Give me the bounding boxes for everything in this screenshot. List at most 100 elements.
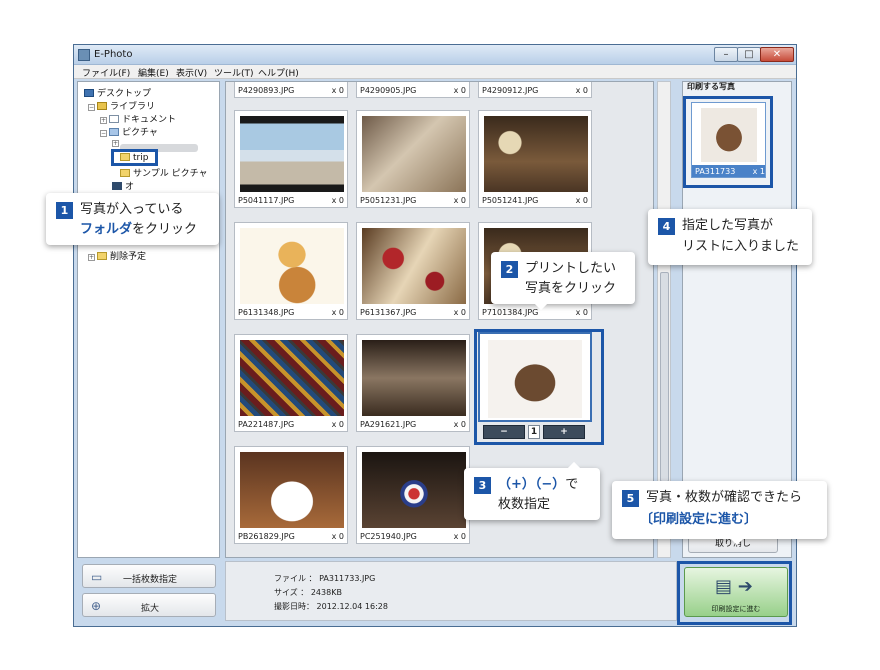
tree-item-pictures[interactable]: − ピクチャ	[100, 125, 158, 138]
expand-icon[interactable]: +	[112, 140, 119, 147]
photo-caption: PB261829.JPG x 0	[238, 532, 344, 541]
expand-icon[interactable]: +	[88, 254, 95, 261]
menu-help[interactable]: ヘルプ(H)	[258, 66, 299, 79]
callout-text: 指定した写真が	[682, 218, 774, 233]
collapse-icon[interactable]: −	[100, 130, 107, 137]
tree-item-library[interactable]: − ライブラリ	[88, 99, 155, 112]
menu-edit[interactable]: 編集(E)	[138, 66, 169, 79]
callout-5: 5 写真・枚数が確認できたら 〔印刷設定に進む〕	[612, 481, 827, 546]
callout-3: 3 （+）（−）で 枚数指定	[464, 461, 600, 520]
file-name: P4290905.JPG	[360, 86, 417, 95]
menu-tools[interactable]: ツール(T)	[214, 66, 254, 79]
collapse-icon[interactable]: −	[88, 104, 95, 111]
photo-caption: PC251940.JPG x 0	[360, 532, 466, 541]
callout-1: 1 写真が入っている フォルダをクリック	[46, 193, 219, 245]
file-name: P6131348.JPG	[238, 308, 295, 317]
tree-item-documents[interactable]: + ドキュメント	[100, 112, 176, 125]
scroll-thumb[interactable]	[660, 272, 669, 482]
callout-text: 写真・枚数が確認できたら	[646, 490, 803, 505]
photo-thumb[interactable]: P6131367.JPG x 0	[356, 222, 470, 320]
tree-item-delete[interactable]: + 削除予定	[88, 249, 146, 262]
photo	[240, 452, 344, 528]
callout-text: プリントしたい	[525, 261, 617, 276]
tree-label: デスクトップ	[97, 89, 152, 99]
folder-icon	[120, 169, 130, 177]
photo-thumb[interactable]: PA291621.JPG x 0	[356, 334, 470, 432]
photo-thumb[interactable]: PC251940.JPG x 0	[356, 446, 470, 544]
photo	[362, 340, 466, 416]
button-label: 拡大	[141, 604, 160, 614]
photo-thumb[interactable]: P4290905.JPG x 0	[356, 82, 470, 98]
highlight-print-list	[683, 96, 773, 188]
print-count: x 0	[453, 86, 466, 95]
photo-caption: P5051231.JPG x 0	[360, 196, 466, 205]
minimize-button[interactable]: –	[714, 47, 738, 62]
print-count: x 0	[331, 308, 344, 317]
photo	[240, 340, 344, 416]
callout-text: 枚数指定	[498, 497, 551, 512]
file-name: P5041117.JPG	[238, 196, 295, 205]
photo	[484, 81, 588, 82]
photo-thumb[interactable]: P5051241.JPG x 0	[478, 110, 592, 208]
tree-label: ドキュメント	[122, 115, 177, 125]
highlight-proceed-button	[677, 561, 792, 625]
computer-icon	[84, 89, 94, 97]
print-count: x 0	[575, 196, 588, 205]
photo-caption: PA221487.JPG x 0	[238, 420, 344, 429]
print-count: x 0	[575, 308, 588, 317]
photo-thumb[interactable]: P6131348.JPG x 0	[234, 222, 348, 320]
file-name: P4290912.JPG	[482, 86, 539, 95]
photo-thumb[interactable]: P4290893.JPG x 0	[234, 82, 348, 98]
tree-label: ピクチャ	[122, 128, 158, 138]
photo-caption: P6131348.JPG x 0	[238, 308, 344, 317]
bulk-count-button[interactable]: ▭ 一括枚数指定	[82, 564, 216, 588]
photo	[240, 116, 344, 192]
document-icon	[109, 115, 119, 123]
photo-thumb[interactable]: PA221487.JPG x 0	[234, 334, 348, 432]
close-button[interactable]: ✕	[760, 47, 794, 62]
button-label: 一括枚数指定	[123, 575, 178, 585]
zoom-icon: ⊕	[91, 599, 102, 613]
info-size: サイズ ： 2438KB	[274, 588, 342, 597]
callout-text: 写真が入っている	[80, 202, 184, 217]
maximize-button[interactable]: □	[737, 47, 761, 62]
print-count: x 0	[331, 532, 344, 541]
file-name: P5051231.JPG	[360, 196, 417, 205]
window-title: E-Photo	[94, 49, 133, 60]
photo-thumb[interactable]: P5051231.JPG x 0	[356, 110, 470, 208]
menu-view[interactable]: 表示(V)	[176, 66, 207, 79]
photo-caption: P6131367.JPG x 0	[360, 308, 466, 317]
photo	[240, 228, 344, 304]
title-bar: E-Photo – □ ✕	[74, 45, 796, 65]
print-count: x 0	[331, 420, 344, 429]
menu-file[interactable]: ファイル(F)	[82, 66, 130, 79]
tree-label: オ	[125, 182, 135, 192]
print-count: x 0	[453, 196, 466, 205]
expand-icon[interactable]: +	[100, 117, 107, 124]
library-icon	[97, 102, 107, 110]
app-icon	[78, 49, 90, 61]
print-count: x 0	[331, 86, 344, 95]
photo-caption: P5051241.JPG x 0	[482, 196, 588, 205]
photo-thumb[interactable]: P5041117.JPG x 0	[234, 110, 348, 208]
file-name: PA221487.JPG	[238, 420, 295, 429]
info-date: 撮影日時： 2012.12.04 16:28	[274, 602, 388, 611]
tree-item-video[interactable]: オ	[112, 179, 134, 192]
photo-thumb[interactable]: PB261829.JPG x 0	[234, 446, 348, 544]
tree-item-desktop[interactable]: デスクトップ	[84, 86, 151, 99]
photo	[362, 452, 466, 528]
file-name: P7101384.JPG	[482, 308, 539, 317]
zoom-button[interactable]: ⊕ 拡大	[82, 593, 216, 617]
callout-4: 4 指定した写真が リストに入りました	[648, 209, 812, 265]
callout-emphasis: 〔印刷設定に進む〕	[640, 512, 758, 527]
video-icon	[112, 182, 122, 190]
file-name: P4290893.JPG	[238, 86, 295, 95]
step-badge: 1	[56, 202, 73, 219]
print-count: x 0	[331, 196, 344, 205]
print-count: x 0	[453, 308, 466, 317]
print-count: x 0	[453, 532, 466, 541]
callout-emphasis: （+）（−）	[498, 477, 566, 492]
tree-item-sample-pictures[interactable]: サンプル ピクチャ	[120, 166, 208, 179]
photo-thumb[interactable]: P4290912.JPG x 0	[478, 81, 592, 98]
print-count: x 0	[453, 420, 466, 429]
